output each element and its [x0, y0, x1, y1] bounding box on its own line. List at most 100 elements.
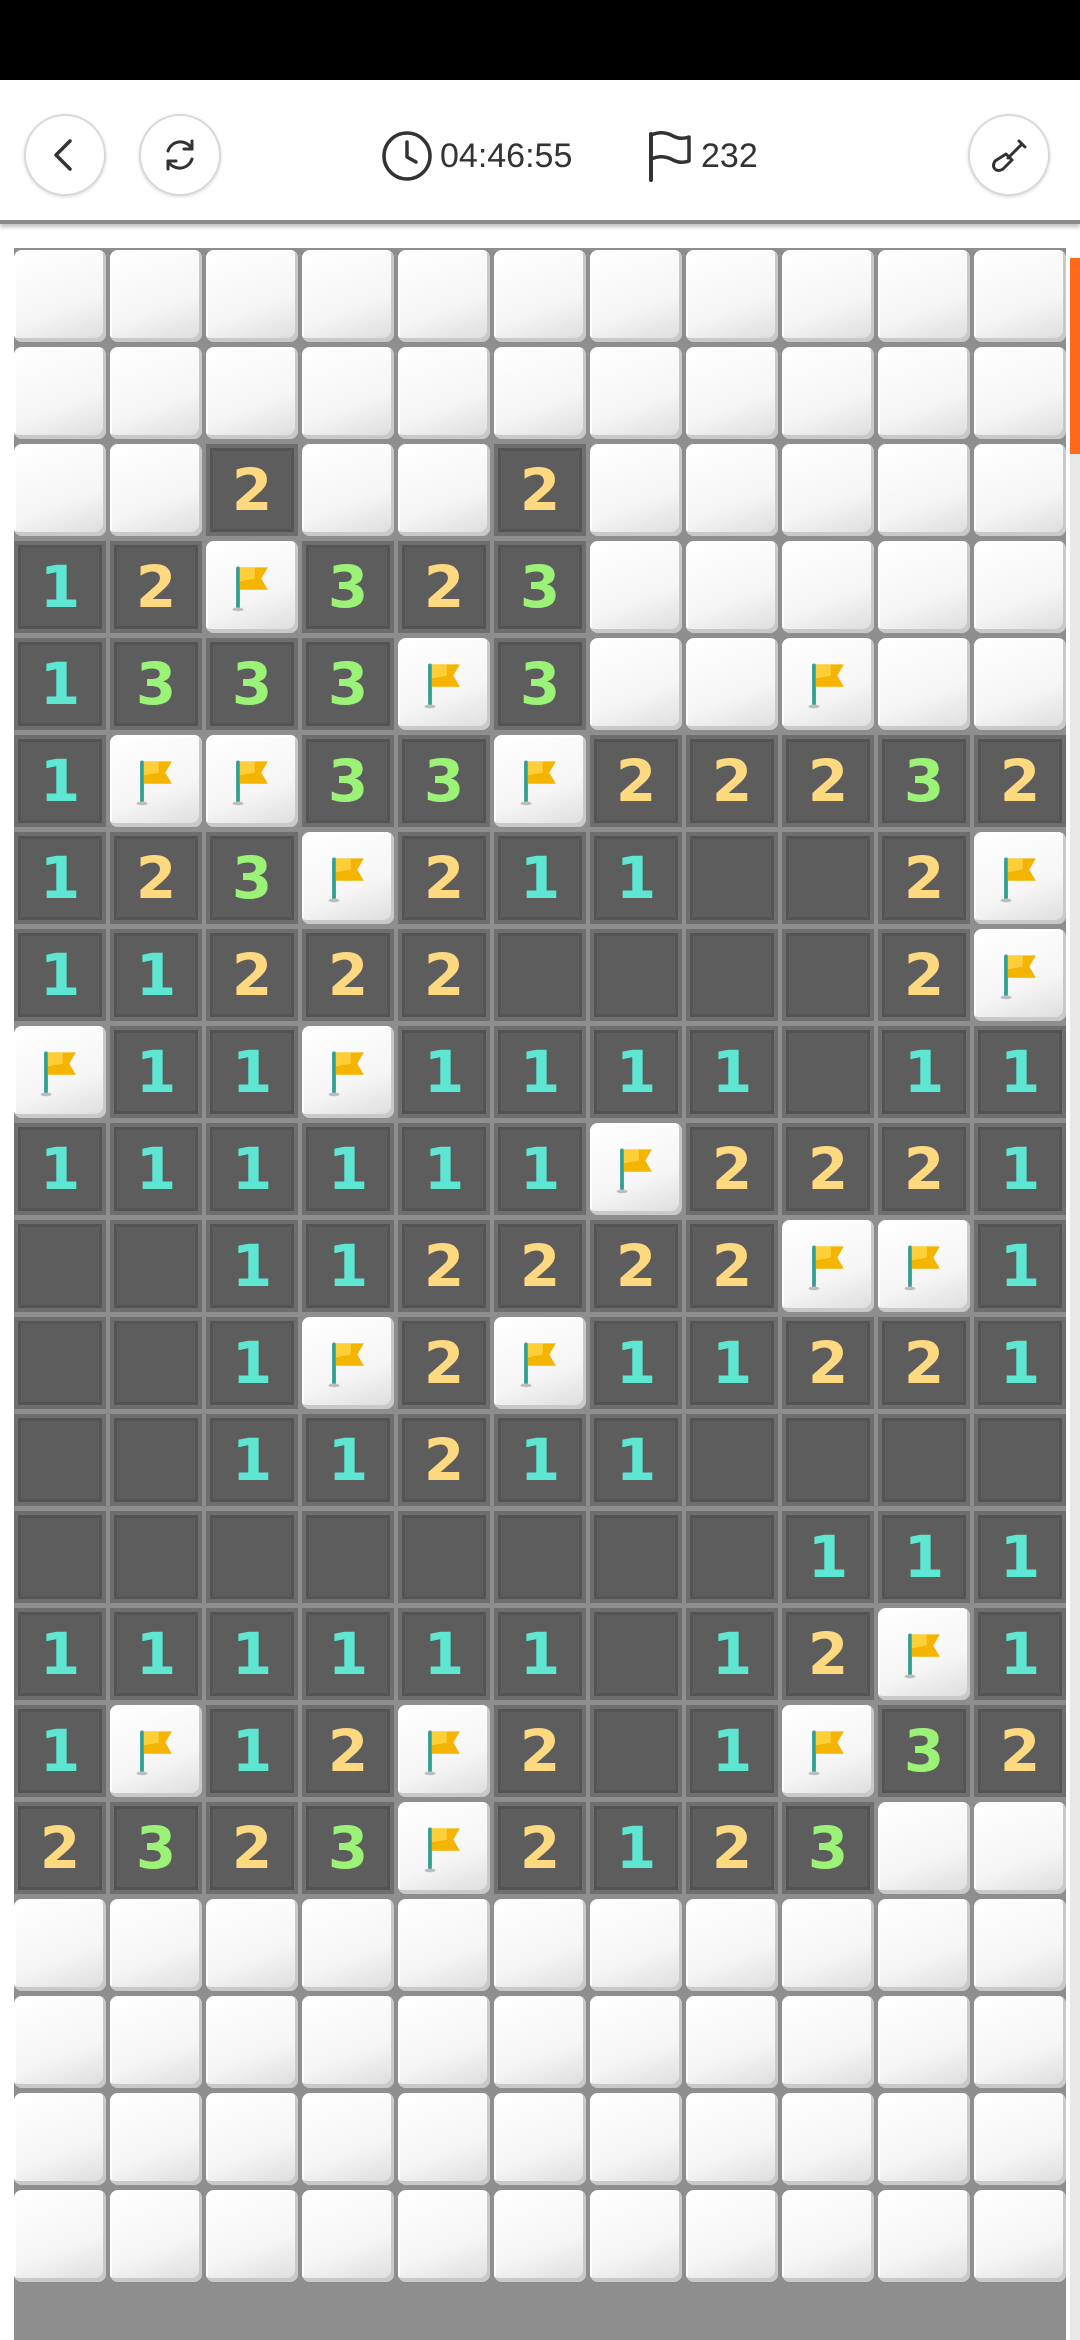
closed-cell[interactable] [974, 2190, 1066, 2282]
revealed-number-cell[interactable]: 3 [302, 541, 394, 633]
closed-cell[interactable] [686, 1899, 778, 1991]
revealed-empty-cell[interactable] [686, 929, 778, 1021]
revealed-empty-cell[interactable] [14, 1414, 106, 1506]
revealed-empty-cell[interactable] [110, 1414, 202, 1506]
closed-cell[interactable] [494, 1996, 586, 2088]
flagged-cell[interactable] [398, 1705, 490, 1797]
closed-cell[interactable] [14, 1996, 106, 2088]
flagged-cell[interactable] [782, 1220, 874, 1312]
closed-cell[interactable] [590, 347, 682, 439]
closed-cell[interactable] [398, 2190, 490, 2282]
closed-cell[interactable] [302, 347, 394, 439]
revealed-number-cell[interactable]: 2 [590, 1220, 682, 1312]
revealed-number-cell[interactable]: 3 [494, 638, 586, 730]
revealed-number-cell[interactable]: 1 [494, 1026, 586, 1118]
closed-cell[interactable] [206, 347, 298, 439]
closed-cell[interactable] [398, 444, 490, 536]
revealed-number-cell[interactable]: 1 [878, 1511, 970, 1603]
revealed-number-cell[interactable]: 2 [686, 735, 778, 827]
revealed-empty-cell[interactable] [110, 1220, 202, 1312]
closed-cell[interactable] [686, 1996, 778, 2088]
flagged-cell[interactable] [302, 832, 394, 924]
revealed-number-cell[interactable]: 3 [782, 1802, 874, 1894]
flagged-cell[interactable] [782, 638, 874, 730]
closed-cell[interactable] [110, 2190, 202, 2282]
revealed-number-cell[interactable]: 1 [14, 541, 106, 633]
revealed-empty-cell[interactable] [494, 1511, 586, 1603]
revealed-number-cell[interactable]: 2 [782, 1608, 874, 1700]
revealed-number-cell[interactable]: 1 [110, 1123, 202, 1215]
revealed-empty-cell[interactable] [686, 1511, 778, 1603]
revealed-empty-cell[interactable] [782, 929, 874, 1021]
closed-cell[interactable] [974, 1899, 1066, 1991]
revealed-number-cell[interactable]: 2 [974, 735, 1066, 827]
revealed-number-cell[interactable]: 1 [974, 1317, 1066, 1409]
revealed-empty-cell[interactable] [398, 1511, 490, 1603]
closed-cell[interactable] [206, 1899, 298, 1991]
revealed-number-cell[interactable]: 1 [14, 735, 106, 827]
revealed-number-cell[interactable]: 3 [878, 735, 970, 827]
revealed-number-cell[interactable]: 3 [302, 638, 394, 730]
closed-cell[interactable] [206, 2190, 298, 2282]
revealed-number-cell[interactable]: 1 [302, 1608, 394, 1700]
closed-cell[interactable] [974, 347, 1066, 439]
scrollbar-thumb[interactable] [1070, 258, 1080, 454]
revealed-number-cell[interactable]: 3 [206, 832, 298, 924]
revealed-number-cell[interactable]: 2 [398, 832, 490, 924]
revealed-number-cell[interactable]: 1 [974, 1026, 1066, 1118]
revealed-number-cell[interactable]: 1 [590, 1026, 682, 1118]
revealed-number-cell[interactable]: 1 [878, 1026, 970, 1118]
closed-cell[interactable] [398, 250, 490, 342]
revealed-empty-cell[interactable] [14, 1220, 106, 1312]
closed-cell[interactable] [398, 1996, 490, 2088]
revealed-number-cell[interactable]: 1 [686, 1608, 778, 1700]
closed-cell[interactable] [206, 1996, 298, 2088]
closed-cell[interactable] [974, 541, 1066, 633]
revealed-empty-cell[interactable] [878, 1414, 970, 1506]
revealed-number-cell[interactable]: 2 [974, 1705, 1066, 1797]
revealed-number-cell[interactable]: 1 [494, 1414, 586, 1506]
closed-cell[interactable] [14, 250, 106, 342]
closed-cell[interactable] [110, 1899, 202, 1991]
closed-cell[interactable] [878, 2093, 970, 2185]
revealed-number-cell[interactable]: 1 [206, 1220, 298, 1312]
revealed-empty-cell[interactable] [110, 1317, 202, 1409]
revealed-number-cell[interactable]: 1 [974, 1123, 1066, 1215]
revealed-number-cell[interactable]: 2 [302, 1705, 394, 1797]
closed-cell[interactable] [974, 250, 1066, 342]
closed-cell[interactable] [302, 2190, 394, 2282]
closed-cell[interactable] [590, 1996, 682, 2088]
revealed-number-cell[interactable]: 1 [206, 1123, 298, 1215]
revealed-number-cell[interactable]: 1 [206, 1317, 298, 1409]
closed-cell[interactable] [590, 541, 682, 633]
revealed-number-cell[interactable]: 2 [398, 541, 490, 633]
revealed-number-cell[interactable]: 3 [302, 735, 394, 827]
revealed-number-cell[interactable]: 1 [686, 1705, 778, 1797]
closed-cell[interactable] [782, 2093, 874, 2185]
revealed-empty-cell[interactable] [302, 1511, 394, 1603]
revealed-empty-cell[interactable] [782, 1026, 874, 1118]
scrollbar[interactable] [1070, 258, 1080, 2340]
closed-cell[interactable] [14, 347, 106, 439]
revealed-number-cell[interactable]: 2 [686, 1802, 778, 1894]
revealed-number-cell[interactable]: 3 [206, 638, 298, 730]
revealed-number-cell[interactable]: 2 [878, 1317, 970, 1409]
closed-cell[interactable] [302, 1899, 394, 1991]
revealed-number-cell[interactable]: 2 [206, 1802, 298, 1894]
closed-cell[interactable] [14, 2190, 106, 2282]
revealed-empty-cell[interactable] [110, 1511, 202, 1603]
revealed-number-cell[interactable]: 2 [878, 929, 970, 1021]
closed-cell[interactable] [398, 1899, 490, 1991]
revealed-number-cell[interactable]: 1 [974, 1608, 1066, 1700]
revealed-empty-cell[interactable] [782, 832, 874, 924]
closed-cell[interactable] [398, 347, 490, 439]
revealed-number-cell[interactable]: 2 [494, 1802, 586, 1894]
flagged-cell[interactable] [974, 832, 1066, 924]
flagged-cell[interactable] [398, 638, 490, 730]
revealed-empty-cell[interactable] [590, 1608, 682, 1700]
closed-cell[interactable] [782, 347, 874, 439]
revealed-number-cell[interactable]: 2 [14, 1802, 106, 1894]
revealed-number-cell[interactable]: 2 [590, 735, 682, 827]
revealed-number-cell[interactable]: 2 [782, 1317, 874, 1409]
flagged-cell[interactable] [398, 1802, 490, 1894]
